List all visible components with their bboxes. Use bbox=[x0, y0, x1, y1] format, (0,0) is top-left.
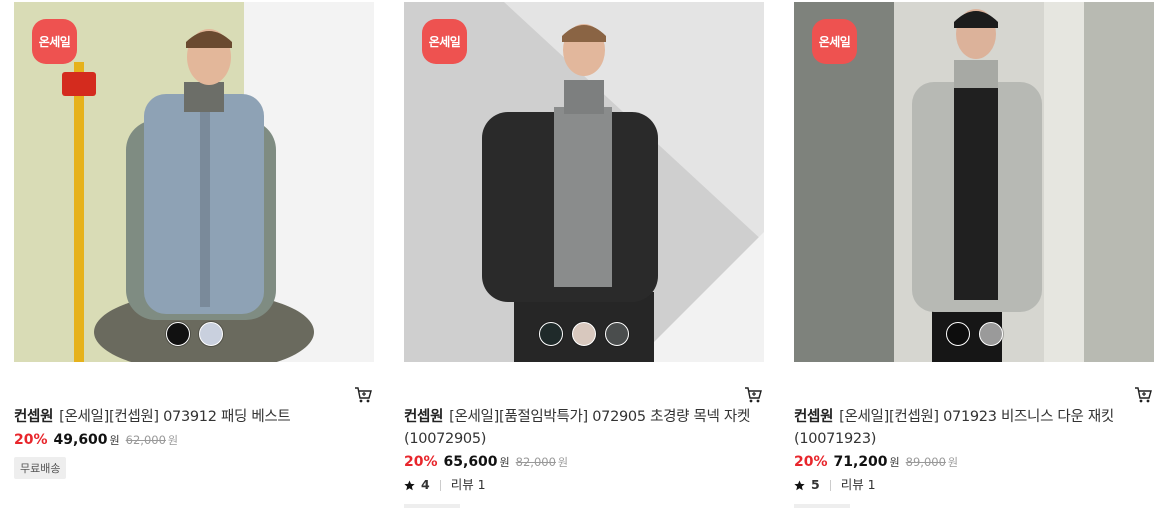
sale-price: 71,200 bbox=[833, 454, 888, 470]
star-icon bbox=[794, 479, 805, 490]
on-sale-badge: 온세일 bbox=[422, 19, 467, 64]
price-row: 20% 49,600 원 62,000 원 bbox=[14, 430, 374, 451]
original-price-unit: 원 bbox=[167, 434, 179, 447]
discount-rate: 20% bbox=[404, 454, 438, 470]
star-icon bbox=[404, 479, 415, 490]
original-price-unit: 원 bbox=[557, 456, 569, 469]
cart-icon[interactable] bbox=[744, 386, 762, 404]
divider bbox=[439, 479, 441, 491]
color-swatch-black[interactable] bbox=[165, 322, 190, 346]
brand-name: 컨셉원 bbox=[14, 409, 54, 425]
discount-rate: 20% bbox=[14, 432, 48, 448]
original-price: 62,000 bbox=[125, 433, 166, 447]
color-swatches bbox=[794, 322, 1154, 346]
rating-value: 5 bbox=[811, 477, 820, 492]
price-unit: 원 bbox=[889, 456, 900, 469]
color-swatches bbox=[14, 322, 374, 346]
price-unit: 원 bbox=[499, 456, 510, 469]
sale-price: 65,600 bbox=[443, 454, 498, 470]
product-card[interactable]: 온세일 컨셉원 [온세일][품절임박특가] 072905 초경량 목넥 자켓 (1… bbox=[404, 2, 764, 508]
on-sale-badge: 온세일 bbox=[32, 19, 77, 64]
discount-rate: 20% bbox=[794, 454, 828, 470]
price-unit: 원 bbox=[109, 434, 120, 447]
price-row: 20% 71,200 원 89,000 원 bbox=[794, 452, 1154, 473]
on-sale-badge: 온세일 bbox=[812, 19, 857, 64]
product-card[interactable]: 온세일 컨셉원 [온세일][컨셉원] 071923 비즈니스 다운 재킷 (100… bbox=[794, 2, 1154, 508]
brand-name: 컨셉원 bbox=[794, 409, 834, 425]
product-name: [온세일][컨셉원] 071923 비즈니스 다운 재킷 (10071923) bbox=[794, 409, 1114, 447]
product-grid: 온세일 컨셉원 [온세일][컨셉원] 073912 패딩 베스트 20% 49,60… bbox=[0, 0, 1158, 513]
sale-price: 49,600 bbox=[53, 432, 108, 448]
rating-value: 4 bbox=[421, 477, 430, 492]
color-swatch-gray[interactable] bbox=[978, 322, 1003, 346]
review-row: 4 리뷰 1 bbox=[404, 475, 764, 495]
product-title[interactable]: 컨셉원 [온세일][품절임박특가] 072905 초경량 목넥 자켓 (10072… bbox=[404, 406, 764, 450]
original-price: 89,000 bbox=[905, 455, 946, 469]
color-swatch-beige[interactable] bbox=[572, 322, 596, 346]
product-image[interactable]: 온세일 bbox=[404, 2, 764, 362]
product-image[interactable]: 온세일 bbox=[794, 2, 1154, 362]
review-row: 5 리뷰 1 bbox=[794, 475, 1154, 495]
brand-name: 컨셉원 bbox=[404, 409, 444, 425]
original-price: 82,000 bbox=[515, 455, 556, 469]
product-image[interactable]: 온세일 bbox=[14, 2, 374, 362]
divider bbox=[829, 479, 831, 491]
product-name: [온세일][컨셉원] 073912 패딩 베스트 bbox=[59, 409, 291, 425]
free-shipping-tag: 무료배송 bbox=[14, 457, 67, 479]
review-count[interactable]: 리뷰 1 bbox=[841, 475, 876, 495]
color-swatch-light-blue[interactable] bbox=[198, 322, 223, 346]
original-price-unit: 원 bbox=[947, 456, 959, 469]
tag-placeholder bbox=[794, 504, 850, 508]
cart-icon[interactable] bbox=[354, 386, 372, 404]
price-row: 20% 65,600 원 82,000 원 bbox=[404, 452, 764, 473]
review-count[interactable]: 리뷰 1 bbox=[451, 475, 486, 495]
color-swatch-dark-green[interactable] bbox=[539, 322, 563, 346]
tag-placeholder bbox=[404, 504, 460, 508]
color-swatches bbox=[404, 322, 764, 346]
product-name: [온세일][품절임박특가] 072905 초경량 목넥 자켓 (10072905… bbox=[404, 409, 750, 447]
product-title[interactable]: 컨셉원 [온세일][컨셉원] 071923 비즈니스 다운 재킷 (1007192… bbox=[794, 406, 1154, 450]
product-title[interactable]: 컨셉원 [온세일][컨셉원] 073912 패딩 베스트 bbox=[14, 406, 374, 428]
cart-icon[interactable] bbox=[1134, 386, 1152, 404]
product-card[interactable]: 온세일 컨셉원 [온세일][컨셉원] 073912 패딩 베스트 20% 49,60… bbox=[14, 2, 374, 479]
color-swatch-black[interactable] bbox=[945, 322, 970, 346]
color-swatch-charcoal[interactable] bbox=[605, 322, 629, 346]
